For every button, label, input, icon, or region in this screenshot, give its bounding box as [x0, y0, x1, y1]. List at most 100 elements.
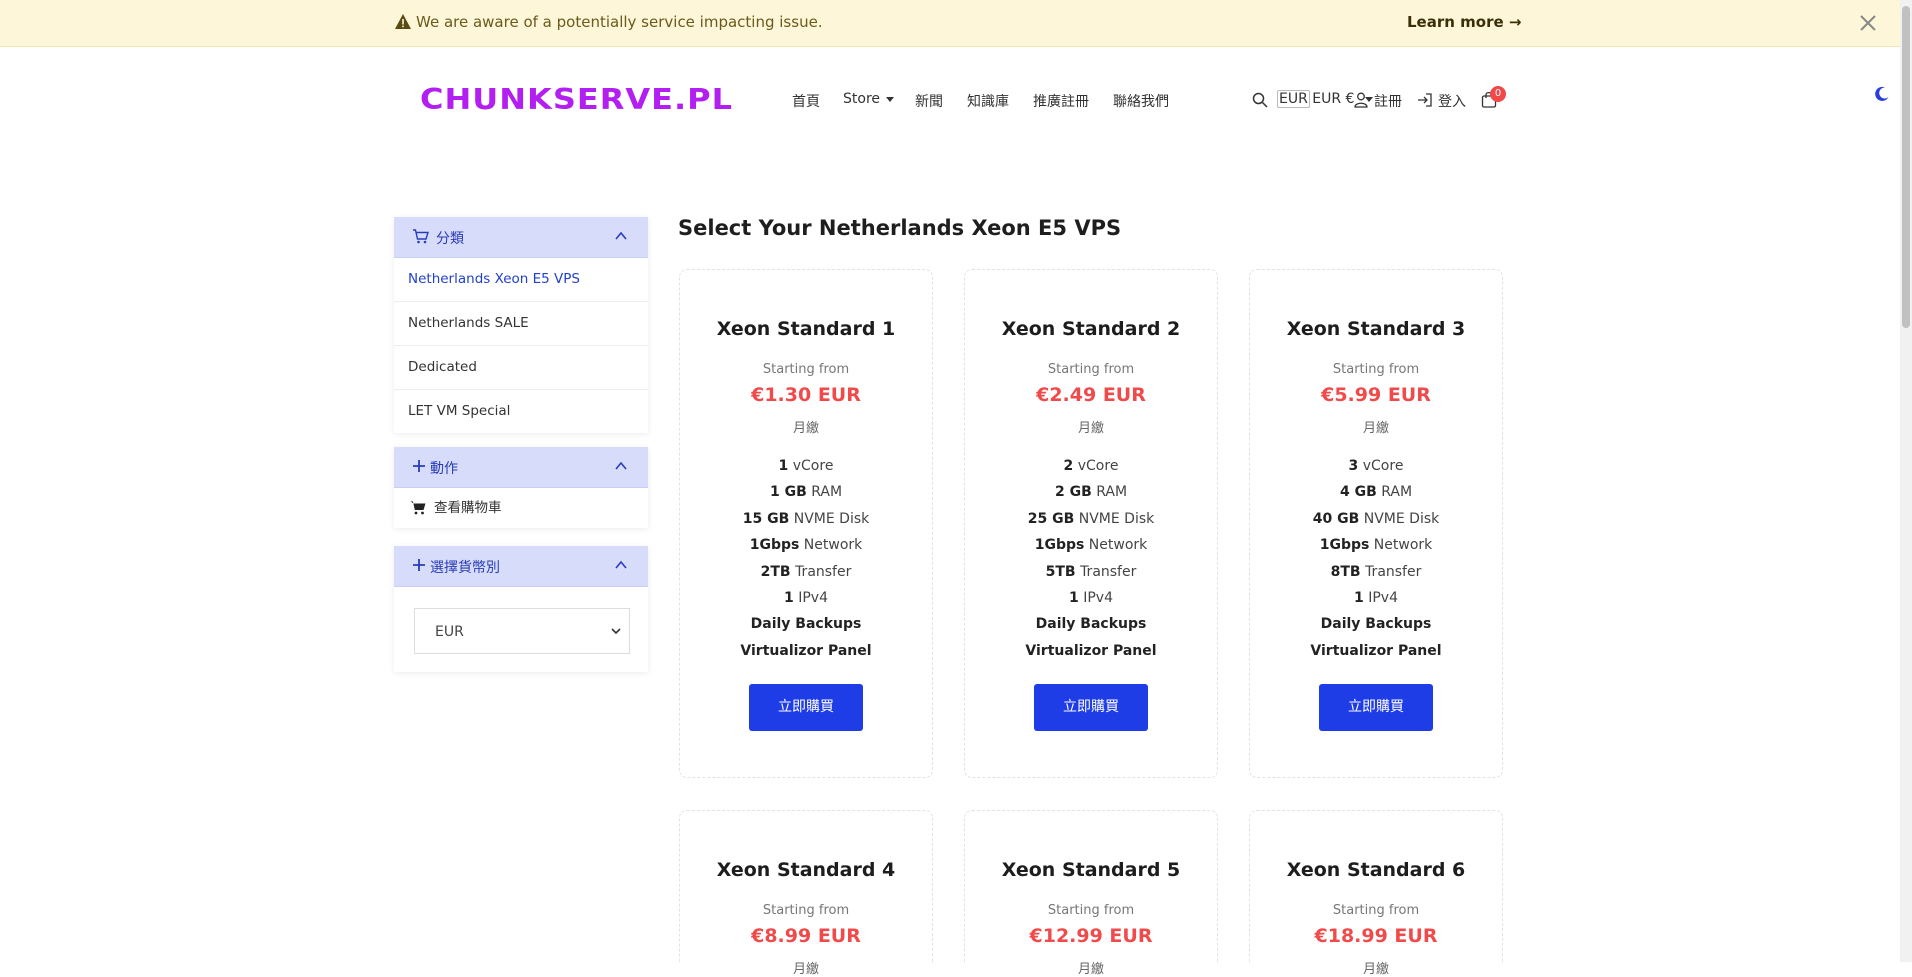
- feature-vcore: 1 vCore: [778, 458, 834, 474]
- feature-panel: Virtualizor Panel: [740, 643, 872, 659]
- currency-label: EUR €: [1312, 91, 1355, 107]
- product-name: Xeon Standard 1: [716, 318, 896, 340]
- page-title: Select Your Netherlands Xeon E5 VPS: [678, 216, 1122, 240]
- category-let-vm-special[interactable]: LET VM Special: [394, 390, 648, 433]
- product-name: Xeon Standard 5: [1001, 859, 1181, 881]
- nav-knowledgebase[interactable]: 知識庫: [967, 91, 1009, 111]
- nav-store-label: Store: [843, 91, 881, 107]
- close-icon[interactable]: [1858, 13, 1878, 33]
- caret-down-icon: [886, 96, 895, 102]
- feature-ipv4: 1 IPv4: [1069, 590, 1113, 606]
- feature-ipv4: 1 IPv4: [784, 590, 828, 606]
- categories-panel-header[interactable]: 分類: [394, 217, 648, 258]
- product-price: €1.30 EUR: [751, 384, 861, 406]
- product-card: Xeon Standard 3 Starting from €5.99 EUR …: [1249, 269, 1503, 778]
- plus-icon: [413, 460, 425, 472]
- product-card: Xeon Standard 2 Starting from €2.49 EUR …: [964, 269, 1218, 778]
- billing-cycle: 月繳: [792, 421, 819, 436]
- starting-from-label: Starting from: [1332, 362, 1420, 377]
- product-name: Xeon Standard 6: [1286, 859, 1466, 881]
- product-price: €2.49 EUR: [1036, 384, 1146, 406]
- nav-home[interactable]: 首頁: [792, 91, 820, 111]
- starting-from-label: Starting from: [1047, 362, 1135, 377]
- feature-transfer: 2TB Transfer: [760, 564, 852, 580]
- product-name: Xeon Standard 3: [1286, 318, 1466, 340]
- product-card: Xeon Standard 6 Starting from €18.99 EUR…: [1249, 810, 1503, 977]
- categories-panel: 分類 Netherlands Xeon E5 VPS Netherlands S…: [394, 217, 648, 433]
- billing-cycle: 月繳: [1362, 421, 1389, 436]
- scrollbar-thumb[interactable]: [1902, 6, 1910, 328]
- category-dedicated[interactable]: Dedicated: [394, 346, 648, 390]
- feature-disk: 15 GB NVME Disk: [742, 511, 870, 527]
- nav-affiliate[interactable]: 推廣註冊: [1033, 91, 1089, 111]
- billing-cycle: 月繳: [792, 962, 819, 977]
- product-price: €5.99 EUR: [1321, 384, 1431, 406]
- feature-network: 1Gbps Network: [1319, 537, 1433, 553]
- billing-cycle: 月繳: [1362, 962, 1389, 977]
- alert-banner: We are aware of a potentially service im…: [0, 0, 1900, 47]
- feature-panel: Virtualizor Panel: [1310, 643, 1442, 659]
- currency-select[interactable]: EUR: [414, 608, 630, 654]
- product-price: €12.99 EUR: [1029, 925, 1153, 947]
- chevron-up-icon[interactable]: [614, 229, 628, 243]
- view-cart-link[interactable]: 查看購物車: [394, 488, 648, 528]
- cart-icon: [410, 501, 426, 515]
- category-netherlands-xeon-e5-vps[interactable]: Netherlands Xeon E5 VPS: [394, 258, 648, 302]
- login-icon[interactable]: [1417, 92, 1433, 108]
- feature-ram: 1 GB RAM: [769, 484, 843, 500]
- feature-transfer: 5TB Transfer: [1045, 564, 1137, 580]
- dark-mode-moon-icon[interactable]: [1874, 86, 1890, 102]
- feature-vcore: 2 vCore: [1063, 458, 1119, 474]
- billing-cycle: 月繳: [1077, 962, 1104, 977]
- product-price: €8.99 EUR: [751, 925, 861, 947]
- product-card: Xeon Standard 5 Starting from €12.99 EUR…: [964, 810, 1218, 977]
- nav-store[interactable]: Store: [843, 91, 895, 107]
- feature-backups: Daily Backups: [750, 616, 862, 632]
- feature-disk: 25 GB NVME Disk: [1027, 511, 1155, 527]
- chevron-down-icon: [611, 628, 621, 635]
- order-now-button[interactable]: 立即購買: [749, 684, 863, 731]
- nav-news[interactable]: 新聞: [915, 91, 943, 111]
- currency-select-value: EUR: [435, 624, 464, 640]
- actions-panel-header[interactable]: 動作: [394, 447, 648, 488]
- view-cart-label: 查看購物車: [434, 500, 502, 516]
- feature-transfer: 8TB Transfer: [1330, 564, 1422, 580]
- user-icon[interactable]: [1354, 92, 1368, 108]
- order-now-button[interactable]: 立即購買: [1319, 684, 1433, 731]
- nav-contact[interactable]: 聯絡我們: [1113, 91, 1169, 111]
- learn-more-link[interactable]: Learn more →: [1407, 13, 1521, 31]
- chevron-up-icon[interactable]: [614, 459, 628, 473]
- chevron-up-icon[interactable]: [614, 558, 628, 572]
- currency-flag-alt: EUR: [1277, 90, 1310, 108]
- page-scrollbar[interactable]: [1900, 0, 1912, 962]
- feature-backups: Daily Backups: [1035, 616, 1147, 632]
- product-card: Xeon Standard 1 Starting from €1.30 EUR …: [679, 269, 933, 778]
- feature-network: 1Gbps Network: [749, 537, 863, 553]
- feature-ram: 4 GB RAM: [1339, 484, 1413, 500]
- site-logo[interactable]: CHUNKSERVE.PL: [420, 82, 733, 116]
- product-name: Xeon Standard 2: [1001, 318, 1181, 340]
- feature-network: 1Gbps Network: [1034, 537, 1148, 553]
- feature-disk: 40 GB NVME Disk: [1312, 511, 1440, 527]
- currency-panel: 選擇貨幣別 EUR: [394, 546, 648, 672]
- register-link[interactable]: 註冊: [1374, 91, 1402, 111]
- product-name: Xeon Standard 4: [716, 859, 896, 881]
- currency-title: 選擇貨幣別: [430, 560, 500, 576]
- billing-cycle: 月繳: [1077, 421, 1104, 436]
- currency-panel-header[interactable]: 選擇貨幣別: [394, 546, 648, 587]
- cart-count-badge: 0: [1490, 86, 1506, 102]
- categories-title: 分類: [436, 231, 464, 247]
- plus-icon: [413, 559, 425, 571]
- login-link[interactable]: 登入: [1438, 91, 1466, 111]
- feature-backups: Daily Backups: [1320, 616, 1432, 632]
- warning-icon: [395, 14, 411, 29]
- feature-ipv4: 1 IPv4: [1354, 590, 1398, 606]
- search-icon[interactable]: [1252, 92, 1268, 108]
- cart-icon: [413, 229, 429, 244]
- order-now-button[interactable]: 立即購買: [1034, 684, 1148, 731]
- product-price: €18.99 EUR: [1314, 925, 1438, 947]
- alert-message: We are aware of a potentially service im…: [416, 13, 823, 31]
- feature-vcore: 3 vCore: [1348, 458, 1404, 474]
- actions-panel: 動作 查看購物車: [394, 447, 648, 528]
- category-netherlands-sale[interactable]: Netherlands SALE: [394, 302, 648, 346]
